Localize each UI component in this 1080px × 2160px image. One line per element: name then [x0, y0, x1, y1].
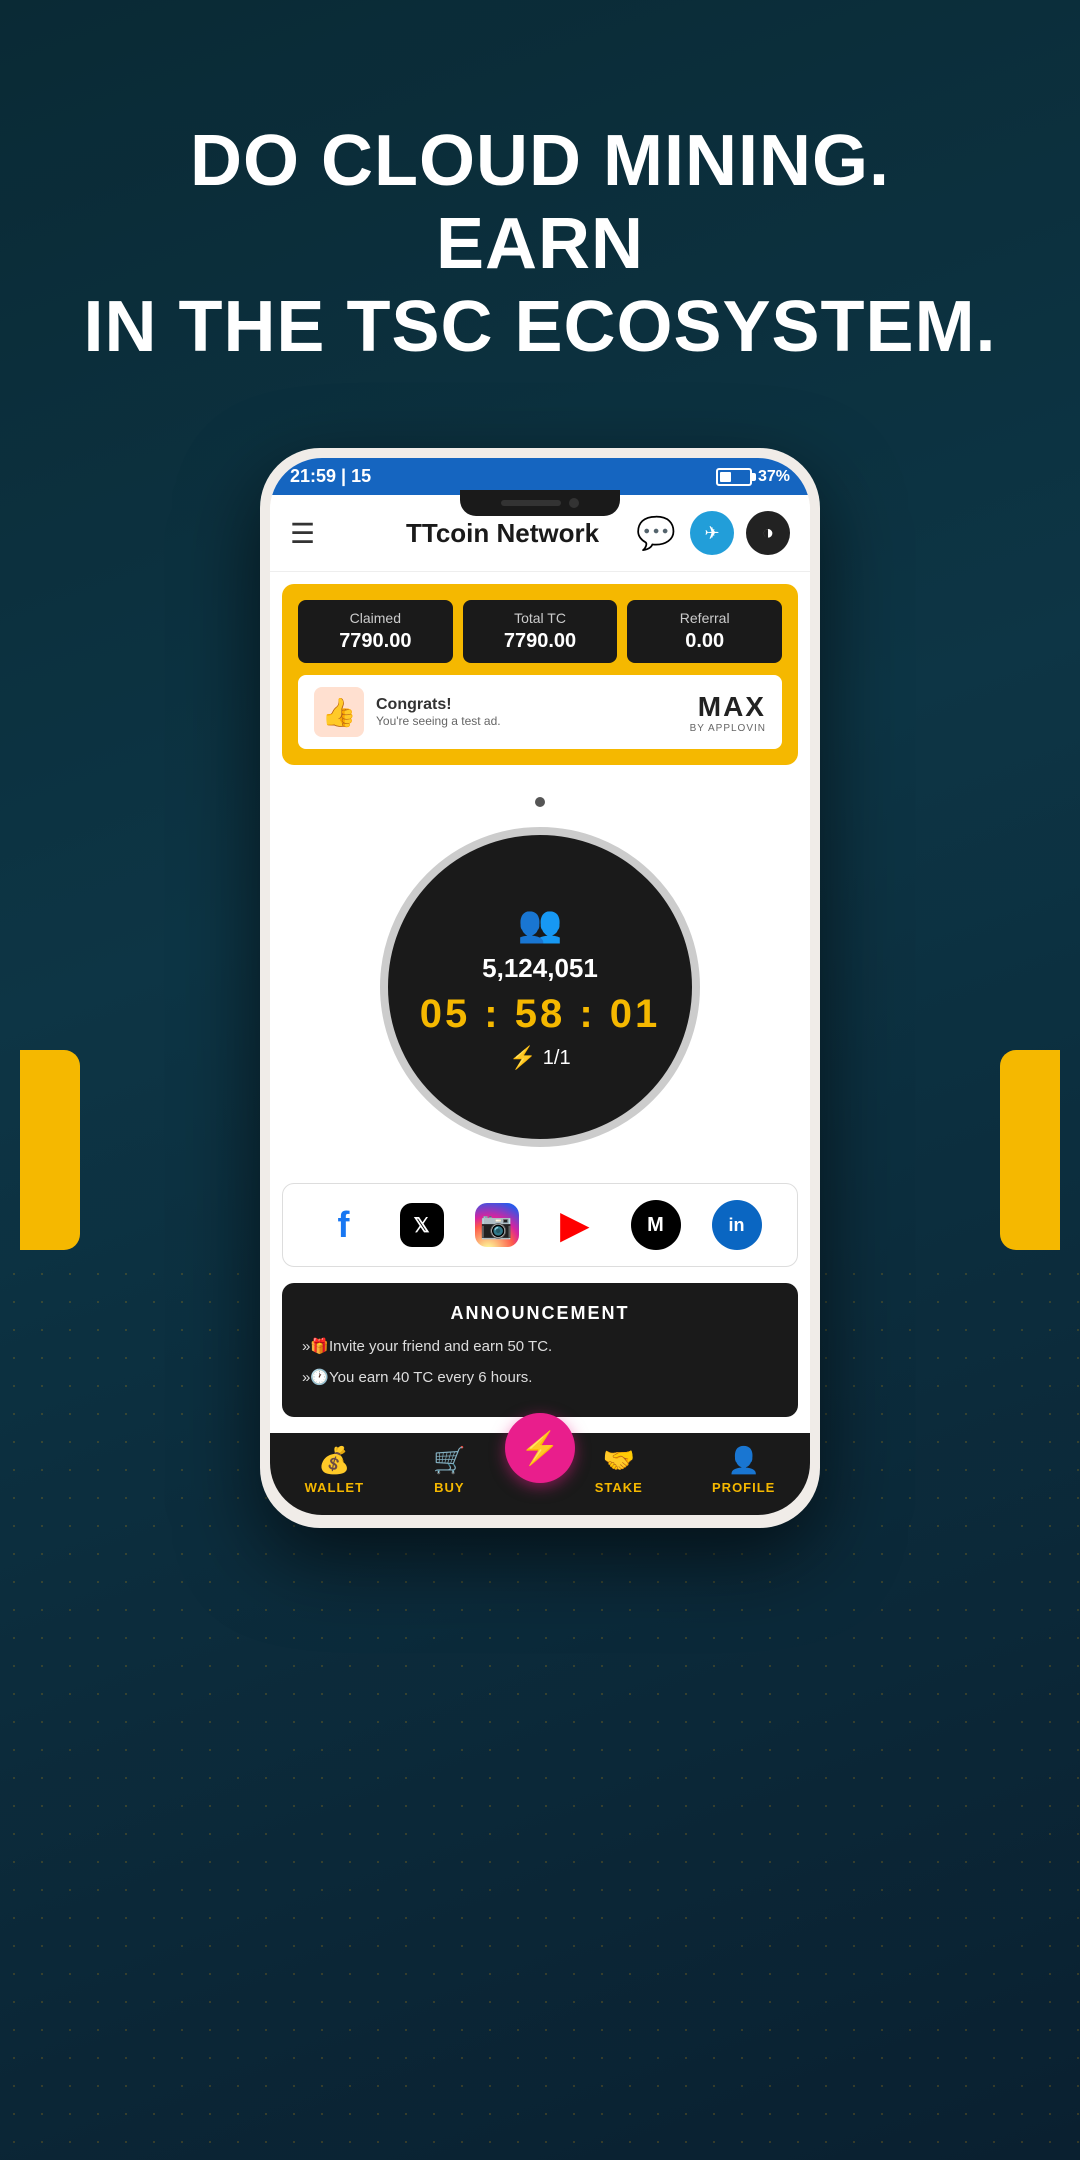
- notch-camera: [569, 498, 579, 508]
- whatsapp-button[interactable]: 💬: [634, 511, 678, 555]
- ad-brand-by: BY APPLOVIN: [690, 723, 766, 734]
- ad-text: Congrats! You're seeing a test ad.: [376, 696, 501, 728]
- referral-label: Referral: [639, 610, 770, 626]
- medium-button[interactable]: M: [631, 1200, 681, 1250]
- header-icons: 💬 ✈ ◑: [634, 511, 790, 555]
- users-count: 5,124,051: [482, 953, 598, 984]
- nav-profile[interactable]: 👤 PROFILE: [712, 1445, 775, 1495]
- rate-value: 1/1: [543, 1047, 571, 1070]
- indicator-dot: [535, 797, 545, 807]
- stake-label: STAKE: [595, 1480, 643, 1495]
- nav-buy[interactable]: 🛒 BUY: [433, 1445, 465, 1495]
- youtube-button[interactable]: ▶: [550, 1200, 600, 1250]
- hero-text: DO CLOUD MINING. EARN IN THE TSC ECOSYST…: [0, 120, 1080, 368]
- claimed-label: Claimed: [310, 610, 441, 626]
- right-side-tab: [1000, 1050, 1060, 1250]
- buy-icon: 🛒: [433, 1445, 465, 1476]
- stake-icon: 🤝: [603, 1445, 635, 1476]
- buy-label: BUY: [434, 1480, 464, 1495]
- phone-screen: 21:59 | 15 37% ☰ TTcoin Network 💬: [270, 458, 810, 1515]
- battery-icon: [716, 468, 752, 486]
- stats-banner: Claimed 7790.00 Total TC 7790.00 Referra…: [282, 584, 798, 765]
- bolt-icon: ⚡: [509, 1045, 536, 1071]
- nav-stake[interactable]: 🤝 STAKE: [595, 1445, 643, 1495]
- ad-brand: MAX BY APPLOVIN: [690, 691, 766, 734]
- battery-percent: 37%: [758, 468, 790, 486]
- announcement-item-1: »🎁Invite your friend and earn 50 TC.: [302, 1336, 778, 1359]
- telegram-button[interactable]: ✈: [690, 511, 734, 555]
- users-icon: 👥: [518, 903, 563, 945]
- total-tc-stat: Total TC 7790.00: [463, 600, 618, 663]
- status-right: 37%: [716, 468, 790, 486]
- announcement-section: ANNOUNCEMENT »🎁Invite your friend and ea…: [282, 1283, 798, 1417]
- mining-circle[interactable]: 👥 5,124,051 05 : 58 : 01 ⚡ 1/1: [380, 827, 700, 1147]
- phone-mockup: 21:59 | 15 37% ☰ TTcoin Network 💬: [260, 448, 820, 1528]
- profile-label: PROFILE: [712, 1480, 775, 1495]
- notch-speaker: [501, 500, 561, 506]
- ad-left: 👍 Congrats! You're seeing a test ad.: [314, 687, 501, 737]
- hamburger-icon[interactable]: ☰: [290, 517, 315, 550]
- profile-icon: 👤: [728, 1445, 760, 1476]
- announcement-item-2: »🕐You earn 40 TC every 6 hours.: [302, 1367, 778, 1390]
- linkedin-button[interactable]: in: [712, 1200, 762, 1250]
- ad-banner[interactable]: 👍 Congrats! You're seeing a test ad. MAX…: [298, 675, 782, 749]
- referral-stat: Referral 0.00: [627, 600, 782, 663]
- referral-value: 0.00: [639, 630, 770, 653]
- total-tc-value: 7790.00: [475, 630, 606, 653]
- status-time: 21:59 | 15: [290, 466, 371, 487]
- twitter-button[interactable]: 𝕏: [400, 1203, 444, 1247]
- center-bolt-button[interactable]: ⚡: [505, 1413, 575, 1483]
- total-tc-label: Total TC: [475, 610, 606, 626]
- phone-frame: 21:59 | 15 37% ☰ TTcoin Network 💬: [260, 448, 820, 1528]
- nav-wallet[interactable]: 💰 WALLET: [305, 1445, 364, 1495]
- wallet-icon: 💰: [318, 1445, 350, 1476]
- app-title: TTcoin Network: [331, 518, 674, 549]
- ad-title: Congrats!: [376, 696, 501, 714]
- announcement-title: ANNOUNCEMENT: [302, 1303, 778, 1324]
- menu-button[interactable]: ◑: [746, 511, 790, 555]
- bottom-nav: 💰 WALLET 🛒 BUY ⚡ 🤝 STAKE 👤 PROFILE: [270, 1433, 810, 1515]
- mining-area: 👥 5,124,051 05 : 58 : 01 ⚡ 1/1: [270, 777, 810, 1167]
- phone-notch: [460, 490, 620, 516]
- instagram-button[interactable]: 📷: [475, 1203, 519, 1247]
- left-side-tab: [20, 1050, 80, 1250]
- claimed-value: 7790.00: [310, 630, 441, 653]
- facebook-button[interactable]: f: [319, 1200, 369, 1250]
- ad-brand-name: MAX: [690, 691, 766, 723]
- ad-subtitle: You're seeing a test ad.: [376, 714, 501, 728]
- stats-row: Claimed 7790.00 Total TC 7790.00 Referra…: [298, 600, 782, 663]
- wallet-label: WALLET: [305, 1480, 364, 1495]
- social-bar: f 𝕏 📷 ▶ M in: [282, 1183, 798, 1267]
- mining-rate: ⚡ 1/1: [509, 1045, 570, 1071]
- ad-thumbnail: 👍: [314, 687, 364, 737]
- claimed-stat: Claimed 7790.00: [298, 600, 453, 663]
- mining-timer: 05 : 58 : 01: [420, 992, 661, 1037]
